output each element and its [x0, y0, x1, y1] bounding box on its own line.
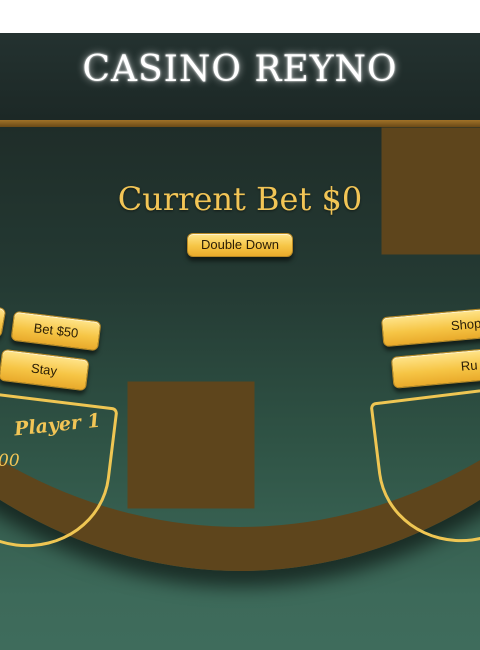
current-bet-display: Current Bet $0 [117, 180, 363, 218]
double-down-button[interactable]: Double Down [187, 233, 293, 257]
blackjack-table: Current Bet $0 Double Down Bet $50 Stay … [0, 127, 480, 650]
header-rail [0, 120, 480, 127]
casino-logo: CASINO REYNO [82, 49, 398, 90]
player-1-chips: 00 [0, 451, 20, 471]
site-header: CASINO REYNO [0, 33, 480, 120]
